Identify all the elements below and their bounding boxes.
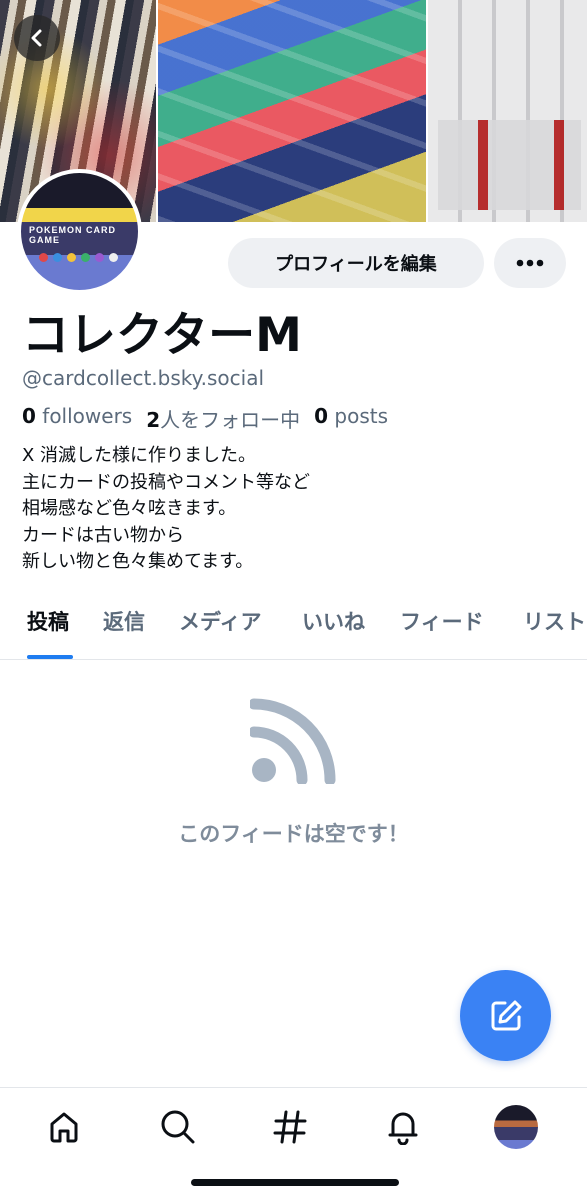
avatar-energy-dots: [39, 253, 118, 262]
display-name: コレクターM: [22, 308, 302, 363]
avatar-logo-text: POKEMON CARD GAME: [29, 225, 117, 245]
profile-stats: 0 followers 2人をフォロー中 0 posts: [22, 404, 388, 433]
nav-search[interactable]: [155, 1104, 201, 1150]
nav-feeds[interactable]: [267, 1104, 313, 1150]
following-label: 人をフォロー中: [160, 408, 301, 432]
nav-home[interactable]: [41, 1104, 87, 1150]
profile-bio: X 消滅した様に作りました。 主にカードの投稿やコメント等など 相場感など色々呟…: [22, 443, 310, 576]
bio-line: カードは古い物から: [22, 524, 184, 546]
profile-tabs: 投稿 返信 メディア いいね フィード リスト: [0, 606, 587, 660]
edit-profile-button[interactable]: プロフィールを編集: [228, 238, 484, 288]
bio-line: 主にカードの投稿やコメント等など: [22, 471, 310, 493]
active-tab-indicator: [27, 655, 73, 659]
posts-stat: 0 posts: [314, 404, 388, 433]
nav-profile-avatar: [494, 1105, 538, 1149]
compose-icon: [491, 1000, 521, 1030]
tab-likes[interactable]: いいね: [302, 606, 365, 636]
bell-icon: [388, 1112, 418, 1145]
tab-lists[interactable]: リスト: [523, 606, 586, 636]
profile-avatar[interactable]: POKEMON CARD GAME: [17, 169, 142, 294]
chevron-left-icon: [31, 29, 42, 47]
hashtag-icon: [273, 1110, 307, 1144]
followers-label: followers: [42, 404, 133, 428]
home-icon: [50, 1112, 78, 1143]
home-indicator: [191, 1179, 399, 1186]
tab-posts[interactable]: 投稿: [27, 606, 69, 636]
handle: @cardcollect.bsky.social: [22, 366, 265, 390]
posts-label: posts: [334, 404, 389, 428]
search-icon: [161, 1110, 195, 1144]
ellipsis-icon: [516, 259, 544, 267]
more-options-button[interactable]: [494, 238, 566, 288]
following-stat[interactable]: 2人をフォロー中: [146, 404, 300, 433]
banner-image-right: [428, 0, 587, 222]
tab-media[interactable]: メディア: [179, 606, 262, 636]
posts-count: 0: [314, 404, 329, 428]
tab-feeds[interactable]: フィード: [400, 606, 484, 636]
back-button[interactable]: [14, 15, 60, 61]
rss-feed-icon: [250, 698, 336, 784]
empty-feed-message: このフィードは空です！: [178, 822, 409, 846]
compose-button[interactable]: [460, 970, 551, 1061]
banner-image-center: [157, 0, 427, 222]
nav-notifications[interactable]: [380, 1104, 426, 1150]
nav-profile[interactable]: [493, 1104, 539, 1150]
following-count: 2: [146, 408, 161, 432]
bio-line: X 消滅した様に作りました。: [22, 445, 257, 466]
followers-count: 0: [22, 404, 36, 428]
followers-stat[interactable]: 0 followers: [22, 404, 132, 433]
bio-line: 相場感など色々呟きます。: [22, 498, 237, 519]
bio-line: 新しい物と色々集めてます。: [22, 551, 254, 572]
tab-replies[interactable]: 返信: [103, 606, 145, 636]
